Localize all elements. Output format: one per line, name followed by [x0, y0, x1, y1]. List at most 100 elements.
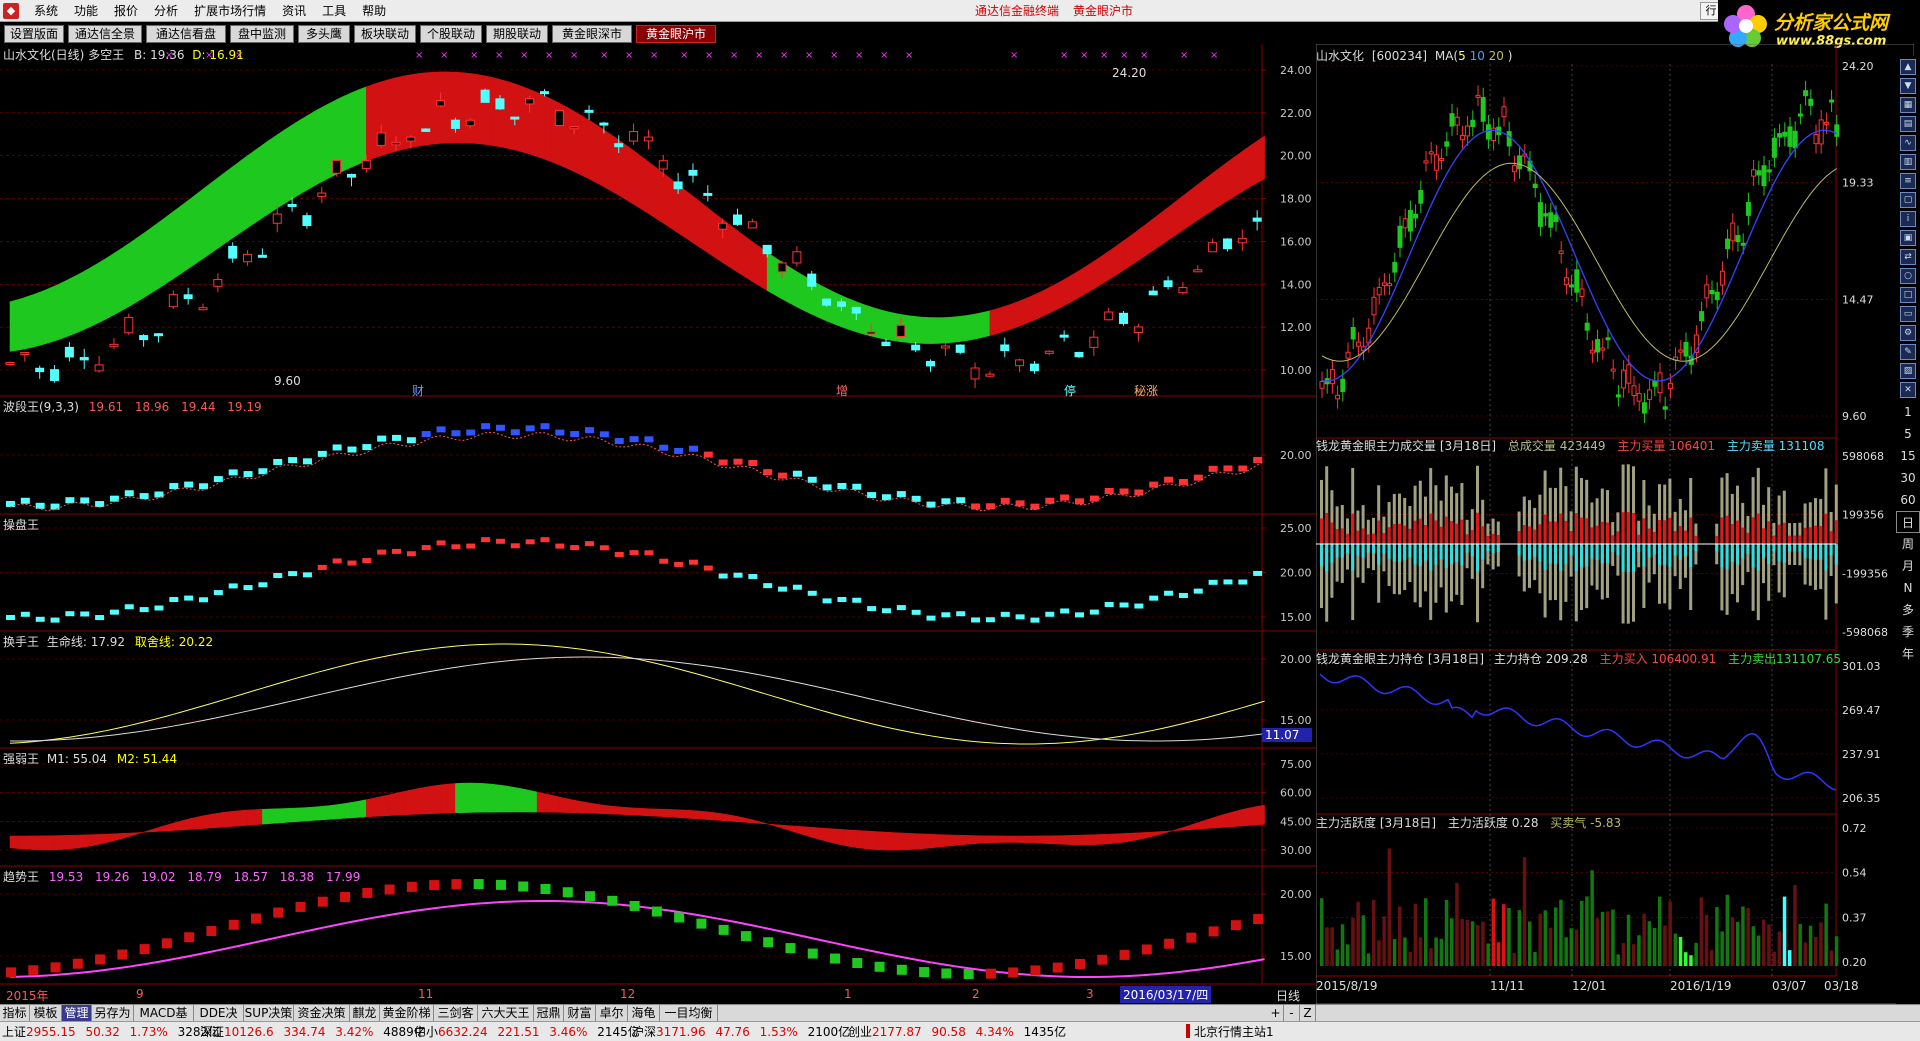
- ind-tab-indicator[interactable]: 指标: [0, 1005, 30, 1022]
- period-week[interactable]: 周: [1896, 533, 1920, 555]
- menu-item-help[interactable]: 帮助: [354, 0, 394, 22]
- strength-band-segment: [1204, 817, 1213, 829]
- ind-zoom-button[interactable]: Z: [1300, 1005, 1316, 1022]
- main-sell-bar: [1637, 544, 1641, 553]
- ind-tab-six-kings[interactable]: 六大天王: [478, 1005, 534, 1022]
- picture-icon[interactable]: ▨: [1900, 363, 1916, 379]
- window-icon[interactable]: □: [1900, 287, 1916, 303]
- period-1min[interactable]: 1: [1896, 401, 1920, 423]
- candle-body: [153, 333, 163, 337]
- ind-tab-wealth[interactable]: 财富: [564, 1005, 596, 1022]
- ruler-icon[interactable]: ▭: [1900, 306, 1916, 322]
- grid-icon[interactable]: ▦: [1900, 97, 1916, 113]
- calc-icon[interactable]: ▣: [1900, 230, 1916, 246]
- ind-tab-template[interactable]: 模板: [30, 1005, 62, 1022]
- menu-item-ext-market[interactable]: 扩展市场行情: [186, 0, 274, 22]
- index-shenzhen[interactable]: 深证10126.6 334.74 3.42% 4889亿: [200, 1024, 426, 1040]
- index-hs300[interactable]: 沪深3171.96 47.76 1.53% 2100亿: [632, 1024, 850, 1040]
- period-month[interactable]: 月: [1896, 555, 1920, 577]
- ind-tab-zhuoer[interactable]: 卓尔: [596, 1005, 628, 1022]
- server-name[interactable]: 北京行情主站1: [1194, 1024, 1274, 1040]
- ind-tab-qilong[interactable]: 麒龙: [350, 1005, 380, 1022]
- tab-golden-eye-sh[interactable]: 黄金眼沪市: [636, 25, 716, 43]
- ind-tab-fund[interactable]: 资金决策: [294, 1005, 350, 1022]
- tab-settings-layout[interactable]: 设置版面: [4, 25, 64, 43]
- menu-item-analysis[interactable]: 分析: [146, 0, 186, 22]
- menu-item-function[interactable]: 功能: [66, 0, 106, 22]
- period-quarter[interactable]: 季: [1896, 621, 1920, 643]
- tab-tdx-watch[interactable]: 通达信看盘: [146, 25, 226, 43]
- period-multi[interactable]: 多: [1896, 599, 1920, 621]
- event-marker-finance[interactable]: 财: [412, 382, 424, 399]
- zoom-icon[interactable]: ○: [1900, 268, 1916, 284]
- tab-intraday-monitor[interactable]: 盘中监测: [230, 25, 294, 43]
- ind-tab-ichimoku[interactable]: 一目均衡: [660, 1005, 718, 1022]
- main-sell-bar: [1491, 544, 1495, 553]
- index-hs-name: 沪深: [632, 1025, 657, 1039]
- menu-item-tools[interactable]: 工具: [314, 0, 354, 22]
- period-5min[interactable]: 5: [1896, 423, 1920, 445]
- period-n[interactable]: N: [1896, 577, 1920, 599]
- connection-indicator: [1186, 1024, 1190, 1038]
- table-icon[interactable]: ▤: [1900, 116, 1916, 132]
- period-30min[interactable]: 30: [1896, 467, 1920, 489]
- ind-tab-manage[interactable]: 管理: [62, 1005, 92, 1022]
- arrow-up-icon[interactable]: ▲: [1900, 59, 1916, 75]
- index-smallcap[interactable]: 中小6632.24 221.51 3.46% 2145亿: [414, 1024, 640, 1040]
- period-60min[interactable]: 60: [1896, 489, 1920, 511]
- event-marker-increase[interactable]: 增: [836, 382, 848, 399]
- period-label[interactable]: 日线: [1276, 987, 1300, 1004]
- tab-futures-link[interactable]: 期股联动: [486, 25, 548, 43]
- chart-bar-icon[interactable]: ▥: [1900, 154, 1916, 170]
- event-marker-halt[interactable]: 停: [1064, 382, 1076, 399]
- period-day[interactable]: 日: [1896, 511, 1920, 533]
- ind-tab-macd[interactable]: MACD基本: [134, 1005, 194, 1036]
- strength-band-segment: [492, 783, 501, 813]
- tab-stock-link[interactable]: 个股联动: [420, 25, 482, 43]
- pen-icon[interactable]: ✎: [1900, 344, 1916, 360]
- trend-cloud-segment: [447, 71, 456, 144]
- ind-tab-golden-ladder[interactable]: 黄金阶梯: [380, 1005, 434, 1022]
- ind-tab-turtle[interactable]: 海龟: [628, 1005, 660, 1022]
- ind-tab-guanding[interactable]: 冠鼎: [534, 1005, 564, 1022]
- index-shanghai[interactable]: 上证2955.15 50.32 1.73% 3282亿: [2, 1024, 220, 1040]
- operator-block: [6, 614, 15, 620]
- ind-tab-dde[interactable]: DDE决策: [194, 1005, 244, 1036]
- panel6-value-3: 19.02: [141, 870, 176, 884]
- arrow-down-icon[interactable]: ▼: [1900, 78, 1916, 94]
- activity-bar: [1361, 915, 1366, 966]
- settings-icon[interactable]: ⚙: [1900, 325, 1916, 341]
- ind-tab-sup[interactable]: SUP决策: [244, 1005, 294, 1022]
- period-15min[interactable]: 15: [1896, 445, 1920, 467]
- info-icon[interactable]: i: [1900, 211, 1916, 227]
- list-icon[interactable]: ≡: [1900, 173, 1916, 189]
- menu-item-news[interactable]: 资讯: [274, 0, 314, 22]
- main-chart-svg[interactable]: 24.00 22.00 20.00 18.00 16.00 14.00 12.00 10.00…: [0, 44, 1316, 1004]
- cross-icon[interactable]: ✕: [1900, 382, 1916, 398]
- ind-tab-three-swords[interactable]: 三剑客: [434, 1005, 478, 1022]
- menu-item-quote[interactable]: 报价: [106, 0, 146, 22]
- y-tick-label: 301.03: [1842, 660, 1881, 673]
- ind-tab-save-as[interactable]: 另存为: [92, 1005, 134, 1022]
- event-marker-rise[interactable]: 秘涨: [1134, 382, 1158, 399]
- menu-item-system[interactable]: 系统: [26, 0, 66, 22]
- trend-cloud-segment: [1227, 156, 1236, 202]
- chart-line-icon[interactable]: ∿: [1900, 135, 1916, 151]
- tab-sector-link[interactable]: 板块联动: [354, 25, 416, 43]
- tab-tdx-panorama[interactable]: 通达信全景: [68, 25, 142, 43]
- main-chart-area[interactable]: 24.00 22.00 20.00 18.00 16.00 14.00 12.00 10.00…: [0, 44, 1316, 1004]
- trend-cloud-segment: [76, 270, 85, 334]
- strength-band-segment: [121, 832, 130, 840]
- tab-bull-eagle[interactable]: 多头鹰: [298, 25, 350, 43]
- trend-cloud-segment: [373, 81, 382, 159]
- period-year[interactable]: 年: [1896, 643, 1920, 665]
- ind-remove-button[interactable]: -: [1284, 1005, 1300, 1022]
- doc-icon[interactable]: ▢: [1900, 192, 1916, 208]
- tab-golden-eye-sz[interactable]: 黄金眼深市: [552, 25, 632, 43]
- compare-icon[interactable]: ⇄: [1900, 249, 1916, 265]
- ind-add-button[interactable]: +: [1268, 1005, 1284, 1022]
- right-chart-svg[interactable]: 24.20 19.33 14.47 9.60 598068 199356 -199356 -5…: [1315, 43, 1915, 1005]
- r1-title-row: 山水文化 [600234] MA(5 10 20 ): [1316, 47, 1512, 64]
- index-chinext[interactable]: 创业2177.87 90.58 4.34% 1435亿: [848, 1024, 1066, 1040]
- main-buy-bar: [1834, 520, 1838, 544]
